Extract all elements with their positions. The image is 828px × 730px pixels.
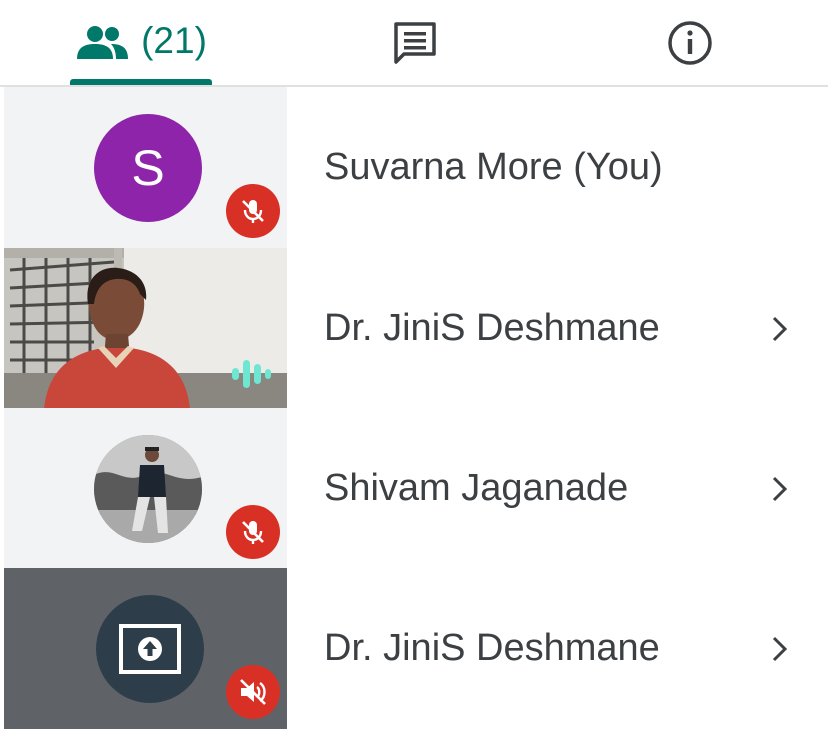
participant-video-tile bbox=[4, 248, 287, 409]
chevron-right-icon[interactable] bbox=[770, 568, 790, 729]
participant-tile bbox=[4, 568, 287, 729]
participant-name: Shivam Jaganade bbox=[324, 467, 629, 509]
people-count: (21) bbox=[141, 20, 207, 61]
participant-name: Dr. JiniS Deshmane bbox=[324, 307, 660, 349]
avatar: S bbox=[94, 114, 202, 222]
speaking-icon bbox=[230, 358, 272, 393]
avatar bbox=[94, 435, 202, 543]
participant-row[interactable]: Dr. JiniS Deshmane bbox=[0, 568, 828, 729]
mic-off-icon bbox=[226, 505, 280, 559]
mic-off-icon bbox=[226, 184, 280, 238]
participant-row[interactable]: S Suvarna More (You) bbox=[0, 87, 828, 248]
info-icon bbox=[667, 20, 713, 66]
present-screen-icon bbox=[96, 595, 204, 703]
tab-info[interactable] bbox=[640, 0, 740, 86]
participant-row[interactable]: Dr. JiniS Deshmane bbox=[0, 248, 828, 409]
participant-tile: S bbox=[4, 87, 287, 248]
chat-icon bbox=[391, 19, 439, 67]
tab-people[interactable]: (21) bbox=[70, 0, 212, 86]
participant-name: Dr. JiniS Deshmane bbox=[324, 627, 660, 669]
people-icon bbox=[75, 25, 129, 61]
participant-tile bbox=[4, 408, 287, 569]
volume-off-icon bbox=[226, 665, 280, 719]
chevron-right-icon[interactable] bbox=[770, 408, 790, 569]
participant-name: Suvarna More (You) bbox=[324, 146, 663, 188]
participant-panel-tabs: (21) bbox=[0, 0, 828, 87]
participant-row[interactable]: Shivam Jaganade bbox=[0, 408, 828, 569]
chevron-right-icon[interactable] bbox=[770, 248, 790, 409]
tab-chat[interactable] bbox=[360, 0, 470, 86]
